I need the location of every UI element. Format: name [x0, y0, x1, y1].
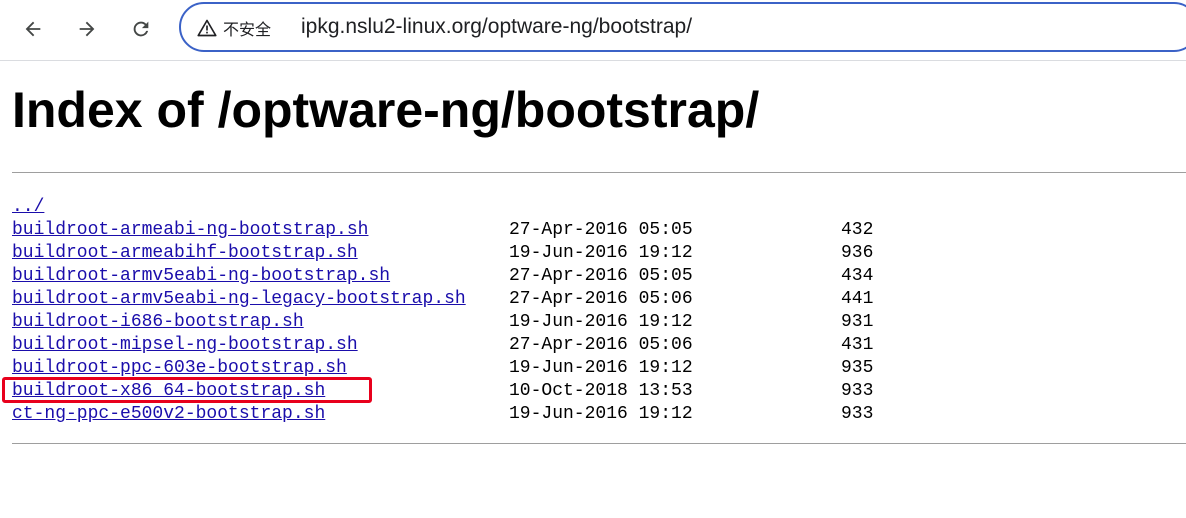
file-link[interactable]: ct-ng-ppc-e500v2-bootstrap.sh [12, 403, 325, 426]
list-item: buildroot-ppc-603e-bootstrap.sh 19-Jun-2… [12, 357, 873, 380]
file-listing: ../ buildroot-armeabi-ng-bootstrap.sh 27… [12, 196, 873, 426]
security-indicator[interactable]: 不安全 [197, 17, 271, 39]
arrow-left-icon [25, 21, 41, 37]
browser-toolbar: 不安全 ipkg.nslu2-linux.org/optware-ng/boot… [0, 0, 1186, 61]
bottom-divider [12, 443, 1186, 444]
list-item: buildroot-armeabihf-bootstrap.sh 19-Jun-… [12, 242, 873, 265]
forward-button[interactable] [69, 11, 105, 47]
file-size: 931 [841, 312, 874, 332]
list-item: buildroot-i686-bootstrap.sh 19-Jun-2016 … [12, 311, 873, 334]
file-size: 432 [841, 220, 874, 240]
file-date: 27-Apr-2016 05:06 [509, 289, 693, 309]
file-link[interactable]: buildroot-ppc-603e-bootstrap.sh [12, 357, 347, 380]
file-date: 10-Oct-2018 13:53 [509, 381, 693, 401]
file-size: 933 [841, 404, 874, 424]
warning-triangle-icon [197, 19, 217, 37]
back-button[interactable] [15, 11, 51, 47]
parent-directory-link[interactable]: ../ [12, 196, 44, 219]
file-size: 933 [841, 381, 874, 401]
file-date: 27-Apr-2016 05:05 [509, 266, 693, 286]
file-size: 431 [841, 335, 874, 355]
list-item: buildroot-armv5eabi-ng-bootstrap.sh 27-A… [12, 265, 873, 288]
file-date: 19-Jun-2016 19:12 [509, 358, 693, 378]
reload-button[interactable] [123, 11, 159, 47]
page-title: Index of /optware-ng/bootstrap/ [12, 82, 760, 138]
file-size: 936 [841, 243, 874, 263]
file-link[interactable]: buildroot-armv5eabi-ng-legacy-bootstrap.… [12, 288, 466, 311]
file-date: 19-Jun-2016 19:12 [509, 243, 693, 263]
list-item: buildroot-x86_64-bootstrap.sh 10-Oct-201… [12, 380, 873, 403]
list-item: buildroot-armeabi-ng-bootstrap.sh 27-Apr… [12, 219, 873, 242]
file-size: 441 [841, 289, 874, 309]
list-item: buildroot-mipsel-ng-bootstrap.sh 27-Apr-… [12, 334, 873, 357]
file-date: 27-Apr-2016 05:06 [509, 335, 693, 355]
file-size: 935 [841, 358, 874, 378]
file-link[interactable]: buildroot-armv5eabi-ng-bootstrap.sh [12, 265, 390, 288]
list-item-parent: ../ [12, 196, 77, 219]
security-label: 不安全 [223, 20, 272, 39]
file-link[interactable]: buildroot-armeabihf-bootstrap.sh [12, 242, 358, 265]
list-item: ct-ng-ppc-e500v2-bootstrap.sh 19-Jun-201… [12, 403, 873, 426]
file-link[interactable]: buildroot-mipsel-ng-bootstrap.sh [12, 334, 358, 357]
reload-icon [133, 21, 149, 37]
file-date: 27-Apr-2016 05:05 [509, 220, 693, 240]
address-bar[interactable]: 不安全 ipkg.nslu2-linux.org/optware-ng/boot… [179, 2, 1186, 52]
url-text[interactable]: ipkg.nslu2-linux.org/optware-ng/bootstra… [301, 15, 692, 39]
arrow-right-icon [79, 21, 95, 37]
file-link[interactable]: buildroot-armeabi-ng-bootstrap.sh [12, 219, 368, 242]
top-divider [12, 172, 1186, 173]
file-link[interactable]: buildroot-x86_64-bootstrap.sh [12, 380, 325, 403]
list-item: buildroot-armv5eabi-ng-legacy-bootstrap.… [12, 288, 873, 311]
file-size: 434 [841, 266, 874, 286]
file-link[interactable]: buildroot-i686-bootstrap.sh [12, 311, 304, 334]
file-date: 19-Jun-2016 19:12 [509, 404, 693, 424]
file-date: 19-Jun-2016 19:12 [509, 312, 693, 332]
